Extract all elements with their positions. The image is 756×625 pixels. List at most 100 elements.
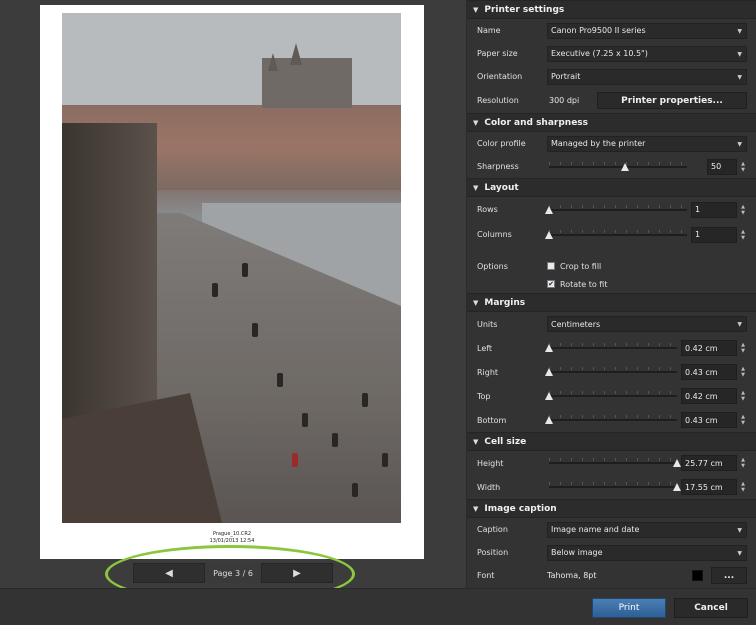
slider-track: [549, 347, 677, 349]
rows-slider[interactable]: [545, 204, 687, 215]
font-picker-button[interactable]: ...: [711, 567, 747, 584]
photo-person: [362, 393, 368, 407]
printer-properties-button[interactable]: Printer properties...: [597, 92, 747, 109]
slider-thumb[interactable]: [545, 344, 553, 352]
slider-thumb[interactable]: [545, 368, 553, 376]
slider-ticks: [549, 204, 687, 208]
margin-bottom-spinner[interactable]: ▲ ▼: [739, 412, 747, 428]
rows-spinner[interactable]: ▲ ▼: [739, 202, 747, 218]
columns-input[interactable]: 1: [691, 226, 737, 243]
next-page-button[interactable]: ▶: [261, 563, 333, 583]
margin-left-input[interactable]: 0.42 cm: [681, 340, 737, 356]
slider-thumb[interactable]: [673, 483, 681, 491]
photo-person: [252, 323, 258, 337]
slider-thumb[interactable]: [673, 459, 681, 467]
sharpness-label: Sharpness: [477, 162, 519, 171]
photo-person: [242, 263, 248, 277]
slider-thumb[interactable]: [545, 392, 553, 400]
cancel-button[interactable]: Cancel: [674, 598, 748, 618]
slider-ticks: [549, 482, 677, 485]
photo-spire: [268, 53, 278, 71]
margin-left-label: Left: [477, 343, 493, 353]
slider-thumb[interactable]: [545, 416, 553, 424]
slider-ticks: [549, 391, 677, 394]
units-dropdown[interactable]: Centimeters ▼: [547, 316, 747, 332]
cell-height-slider[interactable]: [549, 458, 681, 468]
collapse-arrow-icon: ▼: [473, 118, 479, 127]
position-label: Position: [477, 548, 509, 557]
color-profile-dropdown[interactable]: Managed by the printer ▼: [547, 135, 747, 152]
margin-top-slider[interactable]: [545, 391, 677, 401]
print-button[interactable]: Print: [592, 598, 666, 618]
section-header-cell-size[interactable]: ▼ Cell size: [467, 432, 756, 451]
checkmark-icon[interactable]: ✔: [547, 280, 555, 288]
checkbox-box[interactable]: [547, 262, 555, 270]
section-header-color-sharpness[interactable]: ▼ Color and sharpness: [467, 113, 756, 132]
rotate-row: ✔ Rotate to fit: [467, 275, 756, 293]
collapse-arrow-icon: ▼: [473, 183, 479, 192]
font-value: Tahoma, 8pt: [547, 571, 597, 580]
slider-ticks: [549, 343, 677, 346]
units-label: Units: [477, 319, 498, 329]
rotate-to-fit-checkbox[interactable]: ✔ Rotate to fit: [547, 280, 607, 289]
columns-spinner[interactable]: ▲ ▼: [739, 227, 747, 243]
cell-width-slider[interactable]: [549, 482, 681, 492]
margin-right-slider[interactable]: [545, 367, 677, 377]
spin-down-icon: ▼: [741, 166, 745, 173]
rows-input[interactable]: 1: [691, 201, 737, 218]
caption-dropdown[interactable]: Image name and date ▼: [547, 521, 747, 538]
cell-width-spinner[interactable]: ▲ ▼: [739, 479, 747, 495]
sharpness-spinner[interactable]: ▲ ▼: [739, 159, 747, 175]
columns-slider[interactable]: [545, 229, 687, 240]
cell-height-spinner[interactable]: ▲ ▼: [739, 455, 747, 471]
sharpness-slider[interactable]: [549, 161, 687, 172]
cell-width-label: Width: [477, 482, 501, 492]
sharpness-input[interactable]: 50: [707, 158, 737, 175]
section-title: Layout: [484, 182, 519, 193]
slider-thumb[interactable]: [620, 162, 629, 171]
previous-page-button[interactable]: ◀: [133, 563, 205, 583]
collapse-arrow-icon: ▼: [473, 437, 479, 446]
margin-bottom-input[interactable]: 0.43 cm: [681, 412, 737, 428]
margin-right-input[interactable]: 0.43 cm: [681, 364, 737, 380]
orientation-row: Orientation Portrait ▼: [467, 65, 756, 88]
section-header-printer-settings[interactable]: ▼ Printer settings: [467, 0, 756, 19]
orientation-dropdown[interactable]: Portrait ▼: [547, 68, 747, 85]
font-color-swatch[interactable]: [692, 570, 703, 581]
margin-bottom-slider[interactable]: [545, 415, 677, 425]
margin-top-input[interactable]: 0.42 cm: [681, 388, 737, 404]
slider-ticks: [549, 458, 677, 461]
slider-thumb[interactable]: [545, 230, 553, 239]
dropdown-value: Portrait: [551, 72, 581, 81]
margin-left-slider[interactable]: [545, 343, 677, 353]
position-dropdown[interactable]: Below image ▼: [547, 544, 747, 561]
chevron-down-icon: ▼: [737, 321, 742, 328]
dropdown-value: Image name and date: [551, 525, 640, 534]
photo-person: [382, 453, 388, 467]
spin-down-icon: ▼: [741, 487, 745, 493]
cell-height-input[interactable]: 25.77 cm: [681, 455, 737, 471]
paper-size-dropdown[interactable]: Executive (7.25 x 10.5") ▼: [547, 45, 747, 62]
font-row: Font Tahoma, 8pt ...: [467, 564, 756, 587]
slider-ticks: [549, 161, 687, 165]
section-header-margins[interactable]: ▼ Margins: [467, 293, 756, 312]
font-label: Font: [477, 571, 495, 580]
slider-track: [549, 165, 687, 168]
resolution-label: Resolution: [477, 96, 519, 105]
cell-width-input[interactable]: 17.55 cm: [681, 479, 737, 495]
printer-name-dropdown[interactable]: Canon Pro9500 II series ▼: [547, 22, 747, 39]
margin-right-spinner[interactable]: ▲ ▼: [739, 364, 747, 380]
photo-spire: [290, 43, 302, 65]
margin-top-spinner[interactable]: ▲ ▼: [739, 388, 747, 404]
slider-track: [549, 371, 677, 373]
margin-top-row: Top 0.42 cm ▲ ▼: [467, 384, 756, 408]
margin-left-row: Left 0.42 cm ▲ ▼: [467, 336, 756, 360]
slider-thumb[interactable]: [545, 205, 553, 214]
section-header-layout[interactable]: ▼ Layout: [467, 178, 756, 197]
margin-bottom-row: Bottom 0.43 cm ▲ ▼: [467, 408, 756, 432]
section-header-image-caption[interactable]: ▼ Image caption: [467, 499, 756, 518]
slider-ticks: [549, 415, 677, 418]
triangle-right-icon: ▶: [293, 567, 301, 579]
crop-to-fill-checkbox[interactable]: Crop to fill: [547, 262, 601, 271]
margin-left-spinner[interactable]: ▲ ▼: [739, 340, 747, 356]
